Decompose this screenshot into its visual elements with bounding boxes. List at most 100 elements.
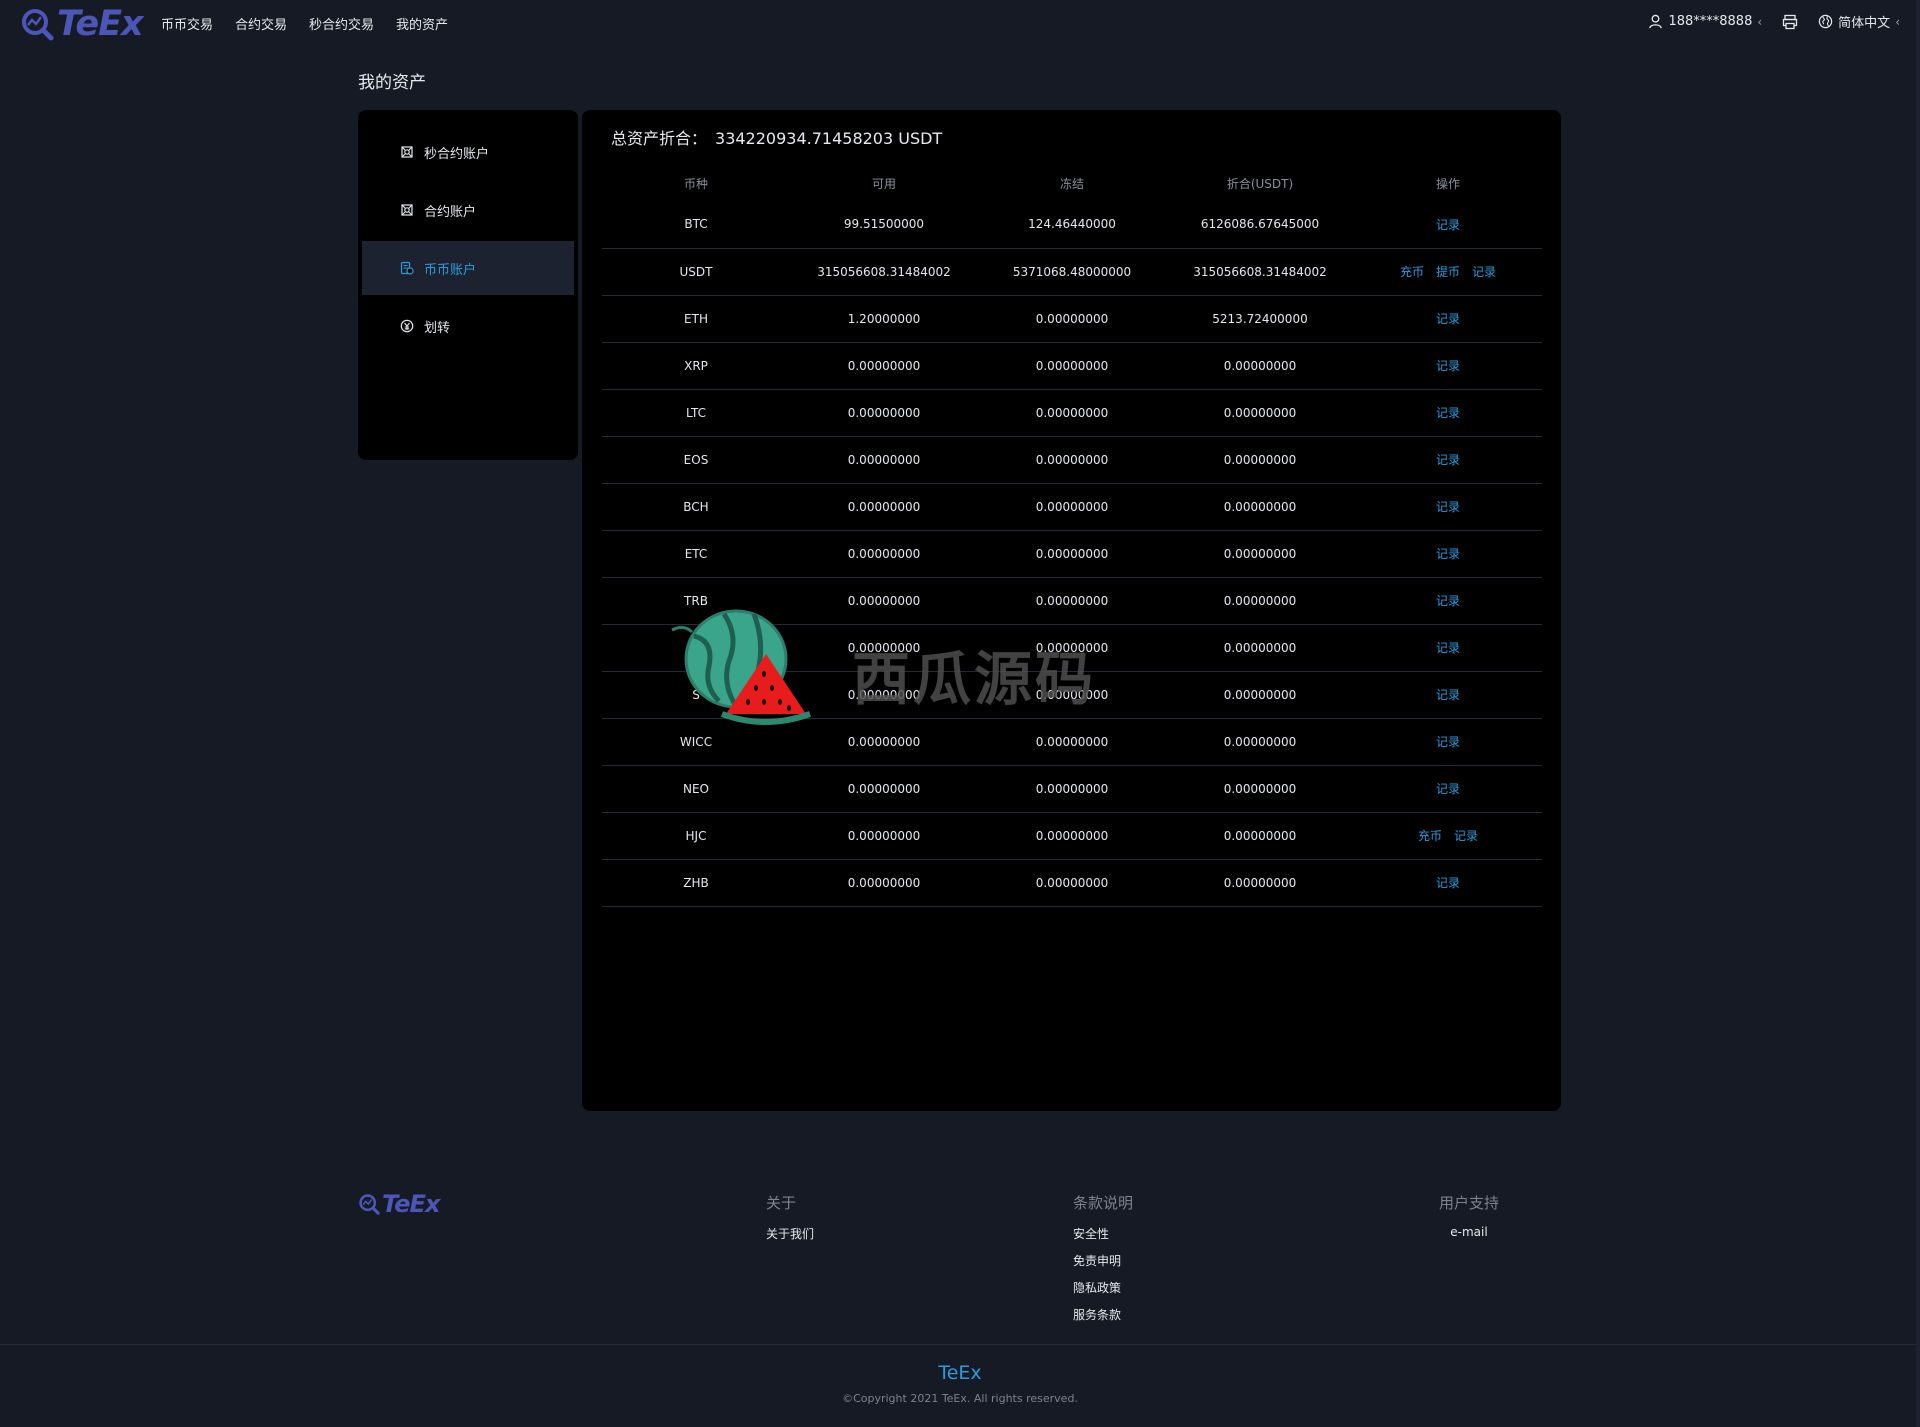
nav-my-assets[interactable]: 我的资产 — [396, 14, 448, 33]
table-row: HJC 0.00000000 0.00000000 0.00000000 充币 记录 — [602, 812, 1542, 860]
total-assets-amount: 334220934.71458203 USDT — [715, 129, 943, 148]
column-header-frozen: 冻结 — [1059, 176, 1084, 191]
assets-table-body: BTC 99.51500000 124.46440000 6126086.676450… — [602, 201, 1542, 907]
cell-value: 0.00000000 — [1166, 671, 1354, 719]
footer-logo[interactable]: TeEx — [358, 1190, 440, 1218]
cell-available: 315056608.31484002 — [790, 248, 978, 296]
cell-frozen: 0.00000000 — [978, 859, 1166, 907]
globe-icon — [1818, 14, 1833, 29]
records-link[interactable]: 记录 — [1436, 500, 1460, 514]
footer-link-about-us[interactable]: 关于我们 — [766, 1225, 814, 1242]
deposit-link[interactable]: 充币 — [1418, 829, 1442, 843]
user-menu[interactable]: 188****8888 ‹ — [1648, 14, 1762, 29]
records-link[interactable]: 记录 — [1436, 782, 1460, 796]
sidebar-item-label: 币币账户 — [424, 262, 477, 278]
cell-coin: ETC — [602, 530, 790, 578]
sidebar-item-contract-account[interactable]: 合约账户 — [362, 183, 574, 237]
footer-link-email[interactable]: e-mail — [1439, 1225, 1499, 1239]
cell-value: 0.00000000 — [1166, 389, 1354, 437]
nav-spot-trading[interactable]: 币币交易 — [161, 14, 213, 33]
sidebar-item-second-contract-account[interactable]: 秒合约账户 — [362, 125, 574, 179]
records-link[interactable]: 记录 — [1436, 312, 1460, 326]
records-link[interactable]: 记录 — [1436, 641, 1460, 655]
page-scrollbar[interactable] — [1916, 0, 1920, 1427]
cell-frozen: 124.46440000 — [978, 201, 1166, 249]
cell-frozen: 0.00000000 — [978, 483, 1166, 531]
chevron-left-icon: ‹ — [1895, 14, 1900, 29]
logo[interactable]: TeEx — [20, 4, 144, 44]
orders-button[interactable] — [1782, 14, 1798, 30]
records-link[interactable]: 记录 — [1436, 735, 1460, 749]
footer-link-terms-of-service[interactable]: 服务条款 — [1073, 1306, 1133, 1323]
cell-value: 0.00000000 — [1166, 577, 1354, 625]
records-link[interactable]: 记录 — [1436, 218, 1460, 232]
cell-actions: 记录 — [1354, 765, 1542, 813]
records-link[interactable]: 记录 — [1454, 829, 1478, 843]
deposit-link[interactable]: 充币 — [1400, 265, 1424, 279]
footer-link-security[interactable]: 安全性 — [1073, 1225, 1133, 1242]
footer-link-privacy-policy[interactable]: 隐私政策 — [1073, 1279, 1133, 1296]
cell-coin: WICC — [602, 718, 790, 766]
cell-coin: S — [602, 671, 790, 719]
cell-available: 0.00000000 — [790, 624, 978, 672]
cell-actions: 充币 记录 — [1354, 812, 1542, 860]
total-assets: 总资产折合： 334220934.71458203 USDT — [611, 125, 942, 149]
cell-frozen: 0.00000000 — [978, 389, 1166, 437]
assets-panel: 总资产折合： 334220934.71458203 USDT 币种 可用 冻结 折… — [582, 110, 1561, 1111]
records-link[interactable]: 记录 — [1472, 265, 1496, 279]
table-row: ZHB 0.00000000 0.00000000 0.00000000 记录 — [602, 859, 1542, 907]
footer-column-support: 用户支持 e-mail — [1439, 1192, 1499, 1249]
footer-column-terms: 条款说明 安全性 免责申明 隐私政策 服务条款 — [1073, 1192, 1133, 1333]
column-header-coin: 币种 — [683, 176, 708, 191]
cell-available: 1.20000000 — [790, 295, 978, 343]
cell-value: 0.00000000 — [1166, 718, 1354, 766]
cell-value: 0.00000000 — [1166, 342, 1354, 390]
cell-value: 0.00000000 — [1166, 483, 1354, 531]
cell-frozen: 0.00000000 — [978, 812, 1166, 860]
footer-logo-text: TeEx — [382, 1190, 440, 1218]
transfer-icon — [400, 319, 414, 333]
records-link[interactable]: 记录 — [1436, 594, 1460, 608]
column-header-value: 折合(USDT) — [1226, 176, 1294, 191]
cell-available: 0.00000000 — [790, 812, 978, 860]
records-link[interactable]: 记录 — [1436, 876, 1460, 890]
cell-actions: 充币 提币 记录 — [1354, 248, 1542, 296]
records-link[interactable]: 记录 — [1436, 453, 1460, 467]
user-icon — [1649, 14, 1663, 29]
cell-frozen: 0.00000000 — [978, 718, 1166, 766]
cell-value: 315056608.31484002 — [1166, 248, 1354, 296]
nav-second-contract-trading[interactable]: 秒合约交易 — [309, 14, 374, 33]
table-row: EOS 0.00000000 0.00000000 0.00000000 记录 — [602, 436, 1542, 484]
footer-link-disclaimer[interactable]: 免责申明 — [1073, 1252, 1133, 1269]
footer-column-about: 关于 关于我们 — [766, 1192, 814, 1252]
cell-actions: 记录 — [1354, 718, 1542, 766]
cell-coin: ETH — [602, 295, 790, 343]
nav-contract-trading[interactable]: 合约交易 — [235, 14, 287, 33]
logo-magnifier-icon — [22, 9, 54, 41]
cell-available: 0.00000000 — [790, 765, 978, 813]
sidebar-item-label: 秒合约账户 — [424, 146, 490, 162]
sidebar-item-spot-account[interactable]: 币币账户 — [362, 241, 574, 295]
records-link[interactable]: 记录 — [1436, 359, 1460, 373]
column-header-actions: 操作 — [1435, 176, 1460, 191]
sidebar-item-transfer[interactable]: 划转 — [362, 299, 574, 353]
account-sidebar: 秒合约账户 合约账户 币币账户 划转 — [358, 110, 578, 460]
sidebar-item-label: 划转 — [424, 320, 451, 336]
cell-actions: 记录 — [1354, 201, 1542, 249]
cell-actions: 记录 — [1354, 389, 1542, 437]
cell-value: 6126086.67645000 — [1166, 201, 1354, 249]
page-title: 我的资产 — [358, 73, 426, 93]
cell-coin: ZHB — [602, 859, 790, 907]
records-link[interactable]: 记录 — [1436, 688, 1460, 702]
table-row: LTC 0.00000000 0.00000000 0.00000000 记录 — [602, 389, 1542, 437]
language-menu[interactable]: 简体中文 ‹ — [1818, 12, 1900, 31]
cell-coin: USDT — [602, 248, 790, 296]
copyright: ©Copyright 2021 TeEx. All rights reserve… — [842, 1392, 1078, 1405]
withdraw-link[interactable]: 提币 — [1436, 265, 1460, 279]
cell-coin: EOS — [602, 436, 790, 484]
records-link[interactable]: 记录 — [1436, 547, 1460, 561]
records-link[interactable]: 记录 — [1436, 406, 1460, 420]
cell-frozen: 0.00000000 — [978, 577, 1166, 625]
cell-actions: 记录 — [1354, 530, 1542, 578]
cell-value: 0.00000000 — [1166, 436, 1354, 484]
